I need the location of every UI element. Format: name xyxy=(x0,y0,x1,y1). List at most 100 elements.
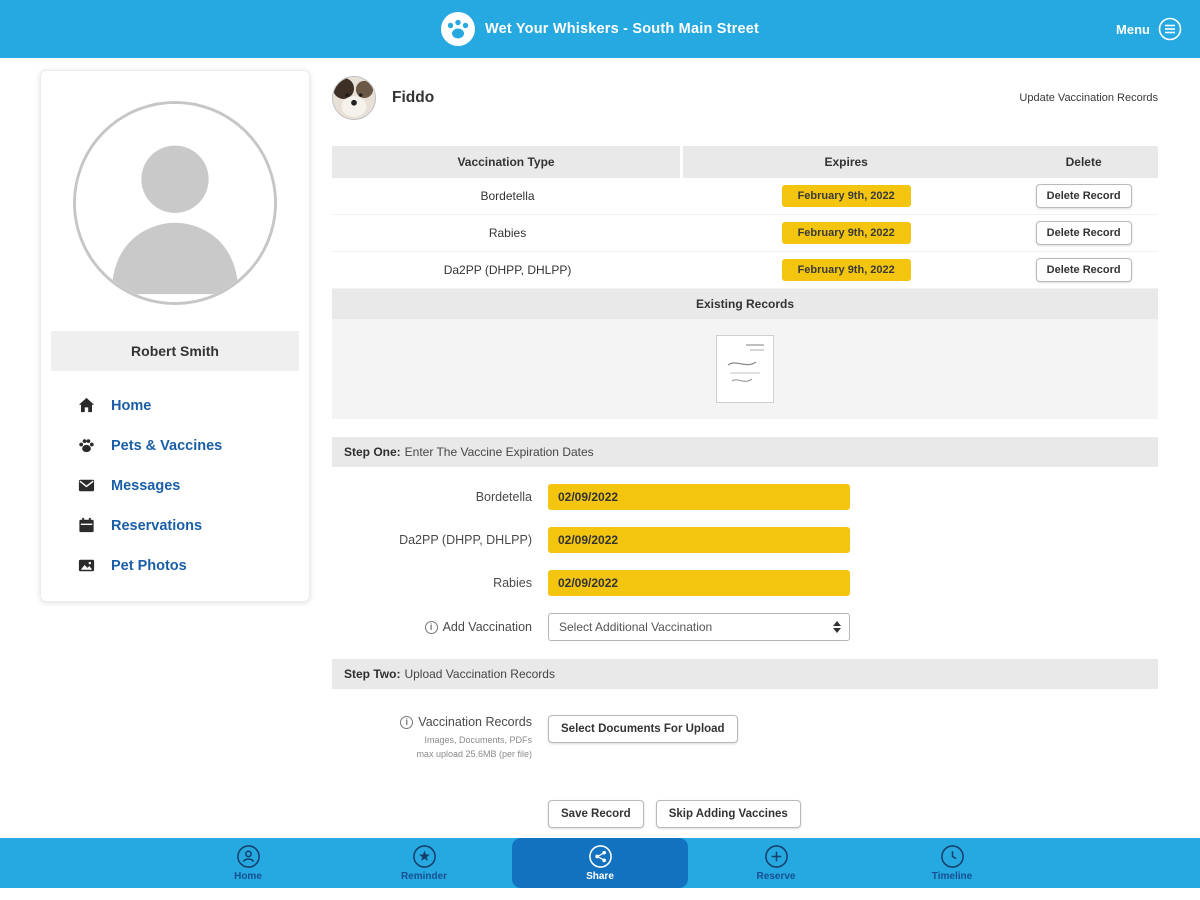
existing-record-thumbnail[interactable] xyxy=(716,335,774,403)
bottom-nav-reminder[interactable]: Reminder xyxy=(336,838,512,888)
table-row: Rabies February 9th, 2022 Delete Record xyxy=(332,215,1158,252)
form-row-bordetella: Bordetella xyxy=(332,484,1158,510)
bottom-white-strip xyxy=(0,888,1200,900)
rabies-date-input[interactable] xyxy=(548,570,850,596)
existing-records-area xyxy=(332,319,1158,419)
form-row-da2pp: Da2PP (DHPP, DHLPP) xyxy=(332,527,1158,553)
home-circle-icon xyxy=(236,844,261,869)
share-circle-icon xyxy=(588,844,613,869)
sidebar-item-pets-vaccines[interactable]: Pets & Vaccines xyxy=(77,431,309,460)
form-actions: Save Record Skip Adding Vaccines xyxy=(548,800,1158,828)
upload-hint-line1: Images, Documents, PDFs xyxy=(332,733,532,747)
expiry-date-button[interactable]: February 9th, 2022 xyxy=(782,222,911,244)
sidebar-item-reservations[interactable]: Reservations xyxy=(77,511,309,540)
bottom-nav-timeline[interactable]: Timeline xyxy=(864,838,1040,888)
step-one-title: Enter The Vaccine Expiration Dates xyxy=(405,445,594,459)
avatar xyxy=(73,101,277,305)
sidebar-item-label: Reservations xyxy=(111,518,202,534)
skip-adding-vaccines-button[interactable]: Skip Adding Vaccines xyxy=(656,800,801,828)
bottom-nav-label: Reserve xyxy=(757,871,796,882)
info-icon: i xyxy=(400,716,413,729)
timeline-circle-icon xyxy=(940,844,965,869)
col-header-expires: Expires xyxy=(683,146,1009,178)
pet-name: Fiddo xyxy=(392,89,434,107)
field-label: Bordetella xyxy=(332,490,532,504)
user-name: Robert Smith xyxy=(51,331,299,371)
bottom-nav-label: Timeline xyxy=(932,871,972,882)
bottom-nav-bar: Home Reminder Share xyxy=(0,838,1200,888)
sidebar-item-label: Pets & Vaccines xyxy=(111,438,222,454)
form-row-rabies: Rabies xyxy=(332,570,1158,596)
delete-record-button[interactable]: Delete Record xyxy=(1036,221,1132,245)
pet-avatar xyxy=(332,76,376,120)
calendar-icon xyxy=(77,516,96,535)
home-icon xyxy=(77,396,96,415)
bottom-nav-reserve[interactable]: Reserve xyxy=(688,838,864,888)
delete-record-button[interactable]: Delete Record xyxy=(1036,184,1132,208)
col-header-delete: Delete xyxy=(1009,146,1158,178)
menu-label: Menu xyxy=(1116,22,1150,37)
update-vaccination-records-link[interactable]: Update Vaccination Records xyxy=(1019,92,1158,104)
select-arrows-icon xyxy=(833,621,841,633)
paw-logo-icon xyxy=(441,12,475,46)
top-bar: Wet Your Whiskers - South Main Street Me… xyxy=(0,0,1200,58)
main-panel: Fiddo Update Vaccination Records Vaccina… xyxy=(332,70,1158,838)
field-label: Da2PP (DHPP, DHLPP) xyxy=(332,533,532,547)
expiry-date-button[interactable]: February 9th, 2022 xyxy=(782,185,911,207)
expiration-form: Bordetella Da2PP (DHPP, DHLPP) Rabies i … xyxy=(332,467,1158,641)
upload-hint-line2: max upload 25.6MB (per file) xyxy=(332,747,532,761)
upload-label-block: i Vaccination Records Images, Documents,… xyxy=(332,715,532,762)
sidebar-nav: Home Pets & Vaccines Messages Reservatio… xyxy=(41,371,309,580)
bottom-nav-share[interactable]: Share xyxy=(512,838,688,888)
save-record-button[interactable]: Save Record xyxy=(548,800,644,828)
field-label: Rabies xyxy=(332,576,532,590)
select-value: Select Additional Vaccination xyxy=(559,620,712,634)
content-area: Robert Smith Home Pets & Vaccines Messag… xyxy=(0,58,1200,838)
sidebar-card: Robert Smith Home Pets & Vaccines Messag… xyxy=(40,70,310,602)
add-vaccination-label: Add Vaccination xyxy=(443,620,532,634)
delete-record-button[interactable]: Delete Record xyxy=(1036,258,1132,282)
bottom-nav-label: Home xyxy=(234,871,262,882)
photos-icon xyxy=(77,556,96,575)
sidebar-item-home[interactable]: Home xyxy=(77,391,309,420)
vaccine-type: Rabies xyxy=(332,215,683,251)
additional-vaccination-select[interactable]: Select Additional Vaccination xyxy=(548,613,850,641)
sidebar-item-label: Pet Photos xyxy=(111,558,187,574)
step-two-prefix: Step Two: xyxy=(344,667,400,681)
step-two-header: Step Two: Upload Vaccination Records xyxy=(332,659,1158,689)
bordetella-date-input[interactable] xyxy=(548,484,850,510)
vaccine-type: Bordetella xyxy=(332,178,683,214)
vaccine-type: Da2PP (DHPP, DHLPP) xyxy=(332,252,683,288)
upload-row: i Vaccination Records Images, Documents,… xyxy=(332,715,1158,762)
pet-header: Fiddo Update Vaccination Records xyxy=(332,76,1158,120)
reminder-circle-icon xyxy=(412,844,437,869)
select-documents-button[interactable]: Select Documents For Upload xyxy=(548,715,738,743)
step-one-header: Step One: Enter The Vaccine Expiration D… xyxy=(332,437,1158,467)
da2pp-date-input[interactable] xyxy=(548,527,850,553)
sidebar-item-pet-photos[interactable]: Pet Photos xyxy=(77,551,309,580)
menu-button[interactable]: Menu xyxy=(1116,0,1182,58)
reserve-circle-icon xyxy=(764,844,789,869)
hamburger-icon xyxy=(1158,17,1182,41)
sidebar-item-messages[interactable]: Messages xyxy=(77,471,309,500)
existing-records-header: Existing Records xyxy=(332,289,1158,319)
step-one-prefix: Step One: xyxy=(344,445,401,459)
table-row: Bordetella February 9th, 2022 Delete Rec… xyxy=(332,178,1158,215)
expiry-date-button[interactable]: February 9th, 2022 xyxy=(782,259,911,281)
form-row-add-vaccination: i Add Vaccination Select Additional Vacc… xyxy=(332,613,1158,641)
sidebar-item-label: Home xyxy=(111,398,151,414)
info-icon: i xyxy=(425,621,438,634)
step-two-title: Upload Vaccination Records xyxy=(404,667,555,681)
sidebar-item-label: Messages xyxy=(111,478,180,494)
vaccination-table: Vaccination Type Expires Delete Bordetel… xyxy=(332,146,1158,419)
paw-icon xyxy=(77,436,96,455)
bottom-nav-label: Share xyxy=(586,871,614,882)
envelope-icon xyxy=(77,476,96,495)
bottom-nav-home[interactable]: Home xyxy=(160,838,336,888)
page-title: Wet Your Whiskers - South Main Street xyxy=(485,21,759,37)
table-header-row: Vaccination Type Expires Delete xyxy=(332,146,1158,178)
col-header-vaccination-type: Vaccination Type xyxy=(332,146,683,178)
table-row: Da2PP (DHPP, DHLPP) February 9th, 2022 D… xyxy=(332,252,1158,289)
vaccination-records-label: Vaccination Records xyxy=(418,715,532,729)
bottom-nav-label: Reminder xyxy=(401,871,447,882)
